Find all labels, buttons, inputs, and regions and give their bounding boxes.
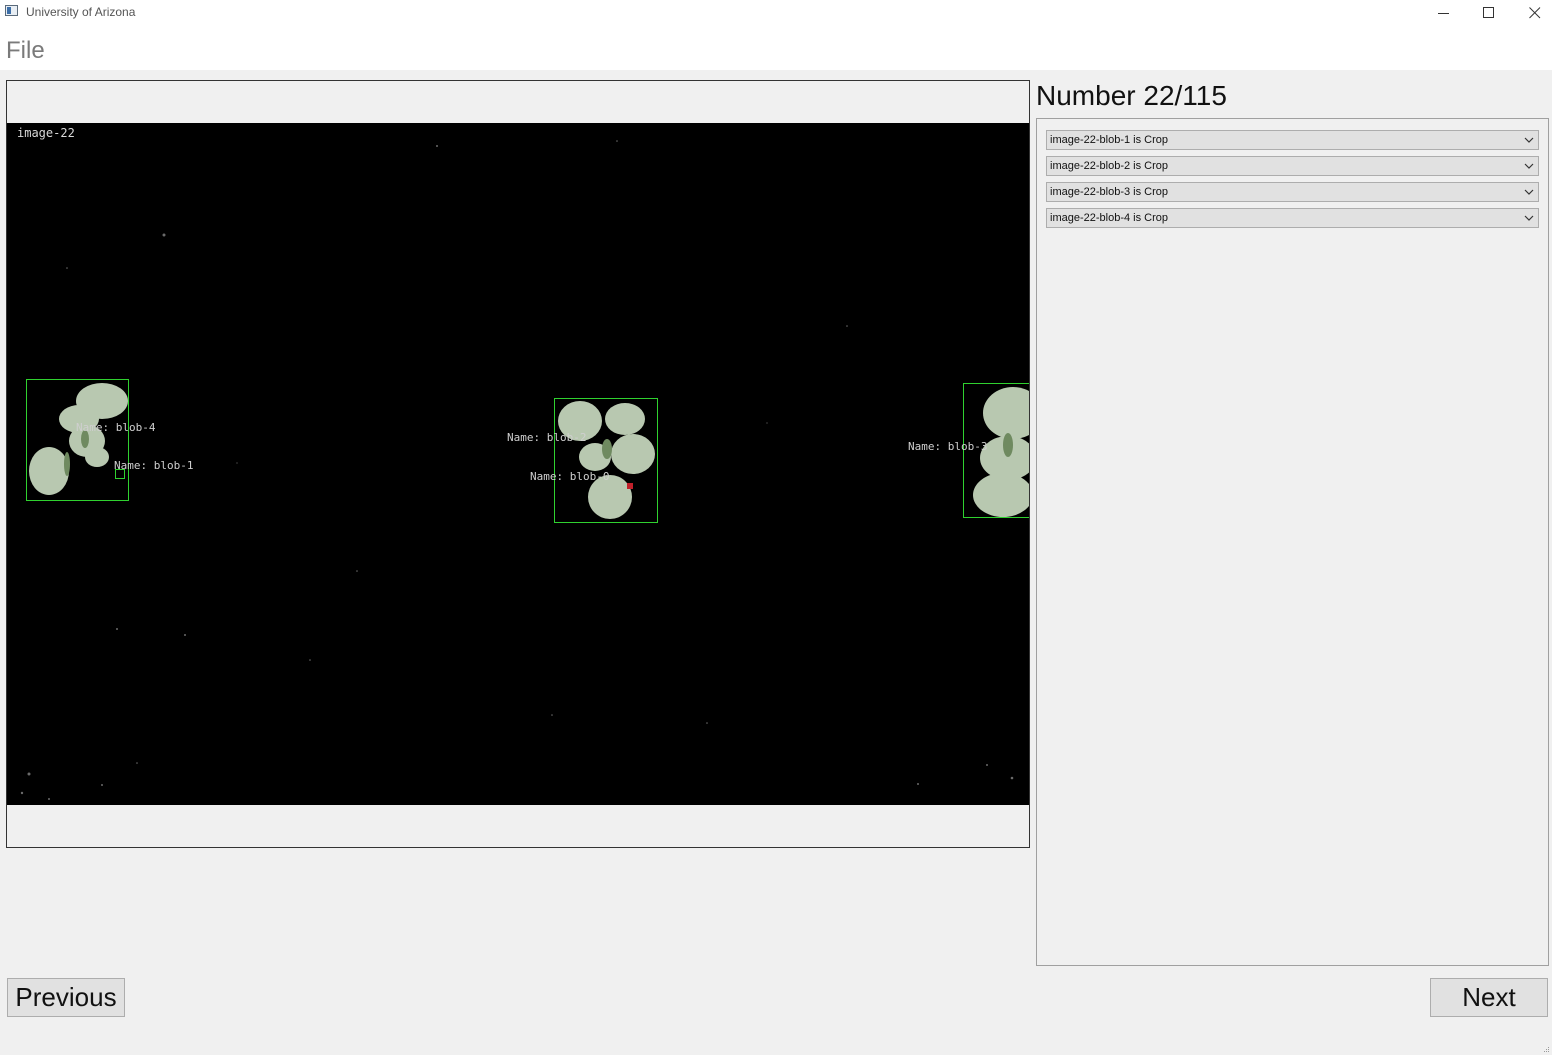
chevron-down-icon	[1524, 215, 1534, 221]
blob-label: Name: blob-4	[76, 421, 156, 434]
app-icon	[5, 5, 18, 16]
classification-value: image-22-blob-3 is Crop	[1050, 186, 1168, 198]
image-canvas: image-22 Name: blob-4 Name: blob-1 Name:…	[7, 123, 1029, 805]
close-button[interactable]	[1512, 0, 1552, 26]
classification-dropdown[interactable]: image-22-blob-3 is Crop	[1046, 182, 1539, 202]
chevron-down-icon	[1524, 163, 1534, 169]
bbox-blob-4	[26, 379, 129, 501]
minimize-button[interactable]	[1421, 0, 1467, 26]
blob-label: Name: blob-0	[530, 470, 610, 483]
image-counter: Number 22/115	[1036, 80, 1227, 111]
classification-list: image-22-blob-1 is Crop image-22-blob-2 …	[1036, 118, 1549, 966]
classification-value: image-22-blob-2 is Crop	[1050, 160, 1168, 172]
blob-label: Name: blob-1	[114, 459, 194, 472]
previous-button[interactable]: Previous	[7, 978, 125, 1017]
classification-dropdown[interactable]: image-22-blob-1 is Crop	[1046, 130, 1539, 150]
blob-label: Name: blob-2	[507, 431, 587, 444]
next-button[interactable]: Next	[1430, 978, 1548, 1017]
maximize-icon	[1483, 7, 1494, 18]
resize-grip-icon[interactable]	[1542, 1045, 1550, 1053]
classification-dropdown[interactable]: image-22-blob-2 is Crop	[1046, 156, 1539, 176]
classification-dropdown[interactable]: image-22-blob-4 is Crop	[1046, 208, 1539, 228]
menu-bar: File	[0, 26, 1552, 70]
classification-value: image-22-blob-4 is Crop	[1050, 212, 1168, 224]
classification-value: image-22-blob-1 is Crop	[1050, 134, 1168, 146]
chevron-down-icon	[1524, 189, 1534, 195]
title-bar: University of Arizona	[0, 0, 1552, 26]
file-menu[interactable]: File	[6, 37, 45, 65]
window-title: University of Arizona	[26, 5, 136, 19]
maximize-button[interactable]	[1466, 0, 1512, 26]
close-icon	[1529, 7, 1541, 19]
minimize-icon	[1438, 13, 1449, 14]
blob-label: Name: blob-3	[908, 440, 988, 453]
bbox-blob-2	[554, 398, 658, 523]
chevron-down-icon	[1524, 137, 1534, 143]
image-view: image-22 Name: blob-4 Name: blob-1 Name:…	[6, 80, 1030, 848]
